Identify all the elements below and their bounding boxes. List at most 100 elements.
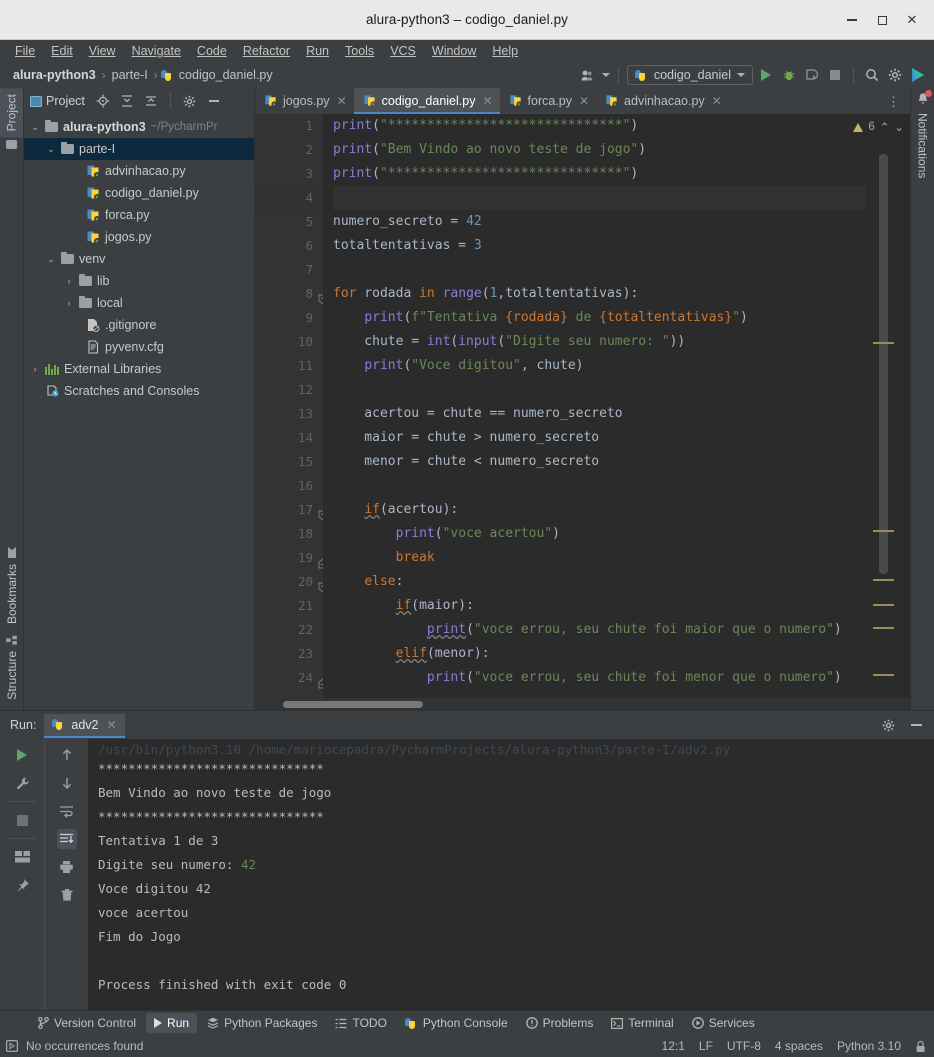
- editor-tab-forca[interactable]: forca.py ✕: [500, 88, 597, 114]
- gear-icon[interactable]: [180, 91, 200, 111]
- stop-icon[interactable]: [12, 810, 32, 830]
- caret-position[interactable]: 12:1: [662, 1039, 685, 1053]
- gutter-line-number[interactable]: 11: [255, 354, 323, 378]
- menu-view[interactable]: View: [82, 42, 123, 60]
- folder-icon[interactable]: [6, 140, 17, 150]
- code-line[interactable]: print("voce errou, seu chute foi menor q…: [333, 666, 910, 690]
- close-button[interactable]: ✕: [898, 6, 926, 34]
- tree-item-codigo-daniel[interactable]: codigo_daniel.py: [24, 182, 254, 204]
- menu-file[interactable]: File: [8, 42, 42, 60]
- tool-tab-services[interactable]: Services: [684, 1013, 763, 1033]
- tree-item-alura-python3[interactable]: ⌄ alura-python3 ~/PycharmPr: [24, 116, 254, 138]
- code-line[interactable]: if(acertou):: [333, 498, 910, 522]
- gear-icon[interactable]: [878, 715, 898, 735]
- tree-item-venv[interactable]: ⌄ venv: [24, 248, 254, 270]
- code-line[interactable]: [333, 474, 910, 498]
- chevron-down-icon[interactable]: ⌄: [46, 144, 56, 154]
- run-console-output[interactable]: /usr/bin/python3.10 /home/mariocepadra/P…: [88, 739, 934, 1010]
- breadcrumb-file[interactable]: codigo_daniel.py: [176, 67, 276, 83]
- code-line[interactable]: [333, 258, 910, 282]
- tool-tab-version-control[interactable]: Version Control: [30, 1013, 144, 1033]
- gutter-line-number[interactable]: 6: [255, 234, 323, 258]
- code-line[interactable]: totaltentativas = 3: [333, 234, 910, 258]
- code-line[interactable]: maior = chute > numero_secreto: [333, 426, 910, 450]
- debug-icon[interactable]: [779, 65, 799, 85]
- error-stripe-mark[interactable]: [873, 627, 894, 629]
- menu-run[interactable]: Run: [299, 42, 336, 60]
- gutter-line-number[interactable]: 10: [255, 330, 323, 354]
- editor-tab-jogos[interactable]: jogos.py ✕: [255, 88, 354, 114]
- indent-setting[interactable]: 4 spaces: [775, 1039, 823, 1053]
- settings-icon[interactable]: [885, 65, 905, 85]
- expand-all-icon[interactable]: [117, 91, 137, 111]
- tree-item-parte-I[interactable]: ⌄ parte-I: [24, 138, 254, 160]
- tool-tab-python-packages[interactable]: Python Packages: [199, 1013, 325, 1033]
- gutter-line-number[interactable]: 21: [255, 594, 323, 618]
- pin-icon[interactable]: [12, 875, 32, 895]
- code-line[interactable]: numero_secreto = 42: [333, 210, 910, 234]
- error-stripe-mark[interactable]: [873, 342, 894, 344]
- code-line[interactable]: acertou = chute == numero_secreto: [333, 402, 910, 426]
- stop-icon[interactable]: [825, 65, 845, 85]
- code-line[interactable]: print(f"Tentativa {rodada} de {totaltent…: [333, 306, 910, 330]
- code-line[interactable]: break: [333, 546, 910, 570]
- tool-tab-todo[interactable]: TODO: [327, 1013, 394, 1033]
- gutter-line-number[interactable]: 2: [255, 138, 323, 162]
- breadcrumb-folder[interactable]: parte-I: [109, 67, 151, 83]
- down-icon[interactable]: [57, 773, 77, 793]
- soft-wrap-icon[interactable]: [57, 801, 77, 821]
- chevron-right-icon[interactable]: ›: [30, 364, 40, 374]
- code-line[interactable]: for rodada in range(1,totaltentativas):: [333, 282, 910, 306]
- trash-icon[interactable]: [57, 885, 77, 905]
- close-icon[interactable]: ✕: [337, 94, 347, 108]
- close-icon[interactable]: ✕: [482, 94, 492, 108]
- code-line[interactable]: print("voce acertou"): [333, 522, 910, 546]
- run-configuration-selector[interactable]: codigo_daniel: [626, 65, 753, 85]
- gutter-line-number[interactable]: 15: [255, 450, 323, 474]
- menu-help[interactable]: Help: [485, 42, 525, 60]
- code-line[interactable]: if(maior):: [333, 594, 910, 618]
- tree-item-scratches-and-consoles[interactable]: Scratches and Consoles: [24, 380, 254, 402]
- gutter-line-number[interactable]: 5: [255, 210, 323, 234]
- sidebar-item-project[interactable]: Project: [0, 88, 23, 138]
- gutter-line-number[interactable]: 19: [255, 546, 329, 570]
- editor-tab-codigo-daniel[interactable]: codigo_daniel.py ✕: [353, 88, 500, 114]
- layout-icon[interactable]: [12, 847, 32, 867]
- gutter-line-number[interactable]: 17: [255, 498, 329, 522]
- tree-item-jogos[interactable]: jogos.py: [24, 226, 254, 248]
- gutter-line-number[interactable]: 14: [255, 426, 323, 450]
- editor-vertical-scrollbar[interactable]: [879, 154, 888, 574]
- code-line[interactable]: menor = chute < numero_secreto: [333, 450, 910, 474]
- close-icon[interactable]: ✕: [107, 718, 117, 732]
- error-stripe-mark[interactable]: [873, 674, 894, 676]
- error-stripe-mark[interactable]: [873, 579, 894, 581]
- notifications-label[interactable]: Notifications: [916, 113, 930, 178]
- tree-item-gitignore[interactable]: .gitignore: [24, 314, 254, 336]
- code-line[interactable]: print("Bem Vindo ao novo teste de jogo"): [333, 138, 910, 162]
- menu-vcs[interactable]: VCS: [383, 42, 423, 60]
- error-stripe-mark[interactable]: [873, 604, 894, 606]
- gutter-line-number[interactable]: 24: [255, 666, 329, 690]
- close-icon[interactable]: ✕: [579, 94, 589, 108]
- code-line[interactable]: print("Voce digitou", chute): [333, 354, 910, 378]
- menu-edit[interactable]: Edit: [44, 42, 80, 60]
- tool-tab-run[interactable]: Run: [146, 1013, 198, 1033]
- chevron-down-icon[interactable]: ⌄: [46, 254, 56, 264]
- gutter-line-number[interactable]: 7: [255, 258, 323, 282]
- gutter-line-number[interactable]: 16: [255, 474, 323, 498]
- code-line[interactable]: print("voce errou, seu chute foi maior q…: [333, 618, 910, 642]
- tree-item-advinhacao[interactable]: advinhacao.py: [24, 160, 254, 182]
- account-icon[interactable]: [908, 65, 928, 85]
- python-interpreter[interactable]: Python 3.10: [837, 1039, 901, 1053]
- menu-tools[interactable]: Tools: [338, 42, 381, 60]
- menu-code[interactable]: Code: [190, 42, 234, 60]
- tree-item-local[interactable]: › local: [24, 292, 254, 314]
- locate-icon[interactable]: [93, 91, 113, 111]
- breadcrumb-project[interactable]: alura-python3: [10, 67, 99, 83]
- gutter-line-number[interactable]: 1: [255, 114, 323, 138]
- sidebar-item-structure[interactable]: Structure: [1, 630, 23, 706]
- gutter-line-number[interactable]: 4: [255, 186, 323, 210]
- tree-item-forca[interactable]: forca.py: [24, 204, 254, 226]
- code-line[interactable]: [333, 186, 910, 210]
- scroll-to-end-icon[interactable]: [56, 829, 77, 849]
